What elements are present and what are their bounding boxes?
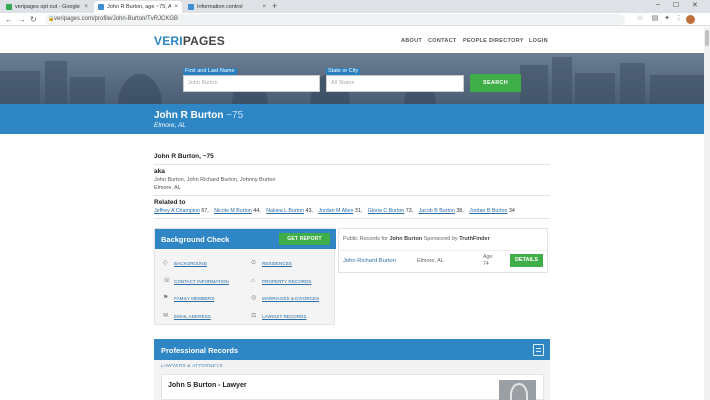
professional-category: LAWYERS & ATTORNEYS xyxy=(161,364,223,369)
related-list: Jeffrey A Champion 67, Nicole M Burton 4… xyxy=(154,208,515,214)
name-search-input[interactable]: John Burton xyxy=(183,75,320,92)
nav-people-directory[interactable]: PEOPLE DIRECTORY xyxy=(463,38,524,44)
extensions-icon[interactable]: ✦ xyxy=(663,15,671,23)
professional-records-panel: Professional Records LAWYERS & ATTORNEYS… xyxy=(154,339,550,400)
record-result-location: Elmore, AL xyxy=(417,258,444,264)
related-person-link[interactable]: Gloria C Burton xyxy=(368,208,405,214)
profile-avatar[interactable] xyxy=(686,15,695,24)
record-result-age: Age: 74 xyxy=(483,254,494,267)
divider xyxy=(154,164,550,165)
close-tab-icon[interactable]: × xyxy=(174,4,178,10)
related-person-link[interactable]: Jeffrey A Champion xyxy=(154,208,200,214)
background-link[interactable]: BACKGROUND xyxy=(174,261,207,266)
details-button[interactable]: DETAILS xyxy=(510,254,543,267)
veripages-favicon-icon xyxy=(188,4,194,10)
browser-toolbar: ← → ↻ 🔒 veripages.com/profile/John-Burto… xyxy=(0,13,710,26)
minimize-icon[interactable]: – xyxy=(656,1,660,8)
maximize-icon[interactable]: ☐ xyxy=(673,1,679,9)
veripages-logo[interactable]: VERIPAGES xyxy=(154,34,225,48)
site-header: VERIPAGES ABOUT CONTACT PEOPLE DIRECTORY… xyxy=(0,27,710,53)
nav-contact[interactable]: CONTACT xyxy=(428,38,457,44)
close-tab-icon[interactable]: × xyxy=(262,4,266,10)
public-records-heading: Public Records for John Burton Sponsored… xyxy=(343,236,490,242)
veripages-favicon-icon xyxy=(98,4,104,10)
related-person-link[interactable]: Nicole M Burton xyxy=(214,208,252,214)
background-check-panel: Background Check GET REPORT ◇ BACKGROUND… xyxy=(154,228,336,325)
background-check-header: Background Check GET REPORT xyxy=(155,229,336,249)
lawsuit-records-link[interactable]: LAWSUIT RECORDS xyxy=(262,314,306,319)
browser-tab-info[interactable]: Information control × xyxy=(184,1,270,13)
public-records-card: Public Records for John Burton Sponsored… xyxy=(338,228,548,273)
house-icon: ⌂ xyxy=(251,278,255,284)
lock-icon: 🔒 xyxy=(48,16,55,22)
profile-heading: John R Burton, ~75 xyxy=(154,153,214,160)
new-tab-button[interactable]: + xyxy=(272,1,277,12)
profile-name: John R Burton ~75 xyxy=(154,110,244,121)
family-members-link[interactable]: FAMILY MEMBERS xyxy=(174,296,214,301)
related-person-link[interactable]: Jordan B Burton xyxy=(469,208,507,214)
address-bar[interactable]: 🔒 veripages.com/profile/John-Burton/TvRJ… xyxy=(45,14,625,25)
envelope-icon: ✉ xyxy=(163,313,169,319)
name-field-label: First and Last Name xyxy=(183,68,237,75)
residences-link[interactable]: RESIDENCES xyxy=(262,261,292,266)
aka-names: John Burton, John Richard Burton, Johnny… xyxy=(154,177,276,183)
search-button[interactable]: SEARCH xyxy=(470,74,521,92)
state-field-label: State or City xyxy=(326,68,361,75)
nav-login[interactable]: LOGIN xyxy=(529,38,548,44)
reading-list-icon[interactable]: ▤ xyxy=(651,15,659,23)
family-flag-icon: ⚑ xyxy=(163,295,169,301)
hero-search-section: First and Last Name John Burton State or… xyxy=(0,53,710,104)
divider xyxy=(339,250,547,251)
divider xyxy=(154,195,550,196)
bookmark-star-icon[interactable]: ☆ xyxy=(636,15,644,23)
aka-label: aka xyxy=(154,168,165,175)
related-person-link[interactable]: Nakiea L Burton xyxy=(266,208,304,214)
background-icon: ◇ xyxy=(163,260,168,266)
professional-records-header: Professional Records xyxy=(154,339,550,360)
email-address-link[interactable]: EMAIL ADDRESS xyxy=(174,314,211,319)
state-search-input[interactable]: All States xyxy=(326,75,464,92)
profile-location: Elmore, AL xyxy=(154,122,186,129)
close-tab-icon[interactable]: × xyxy=(84,4,88,10)
document-icon xyxy=(533,344,544,356)
aka-location: Elmore, AL xyxy=(154,185,181,191)
contact-information-link[interactable]: CONTACT INFORMATION xyxy=(174,279,229,284)
menu-dots-icon[interactable]: ⋮ xyxy=(675,15,683,23)
related-person-link[interactable]: Jacob B Burton xyxy=(419,208,455,214)
profile-banner: John R Burton ~75 Elmore, AL xyxy=(0,104,710,134)
google-favicon-icon xyxy=(6,4,12,10)
back-arrow-icon[interactable]: ← xyxy=(5,14,13,25)
lawyer-name: John S Burton - Lawyer xyxy=(168,382,247,389)
related-person-link[interactable]: Jordan M Allen xyxy=(318,208,353,214)
gavel-icon: ⚖ xyxy=(251,313,257,319)
professional-records-title: Professional Records xyxy=(161,346,239,355)
browser-tab-search[interactable]: veripages opt out - Google Sea × xyxy=(2,1,92,13)
phone-icon: ☏ xyxy=(163,278,171,284)
related-label: Related to xyxy=(154,199,186,206)
marriages-divorces-link[interactable]: MARRIAGES & DIVORCES xyxy=(262,296,319,301)
page-scrollbar[interactable] xyxy=(704,27,710,400)
record-result-name[interactable]: John Richard Burton xyxy=(343,258,396,264)
lawyer-card[interactable]: John S Burton - Lawyer xyxy=(161,374,544,400)
browser-tab-bar: veripages opt out - Google Sea × John R … xyxy=(0,0,710,13)
url-text: veripages.com/profile/John-Burton/TvRJCK… xyxy=(54,16,179,22)
location-pin-icon: ⊙ xyxy=(251,260,257,266)
scrollbar-thumb[interactable] xyxy=(705,30,709,46)
divider xyxy=(154,218,550,219)
window-close-icon[interactable]: ✕ xyxy=(692,1,698,9)
get-report-button[interactable]: GET REPORT xyxy=(279,233,330,245)
reload-icon[interactable]: ↻ xyxy=(30,14,37,25)
property-records-link[interactable]: PROPERTY RECORDS xyxy=(262,279,311,284)
lawyer-photo-placeholder xyxy=(499,380,536,400)
rings-icon: ◎ xyxy=(251,295,257,301)
forward-arrow-icon[interactable]: → xyxy=(18,14,26,25)
browser-tab-profile[interactable]: John R Burton, age ~75, Addres × xyxy=(94,1,182,13)
nav-about[interactable]: ABOUT xyxy=(401,38,422,44)
background-check-title: Background Check xyxy=(161,235,230,244)
